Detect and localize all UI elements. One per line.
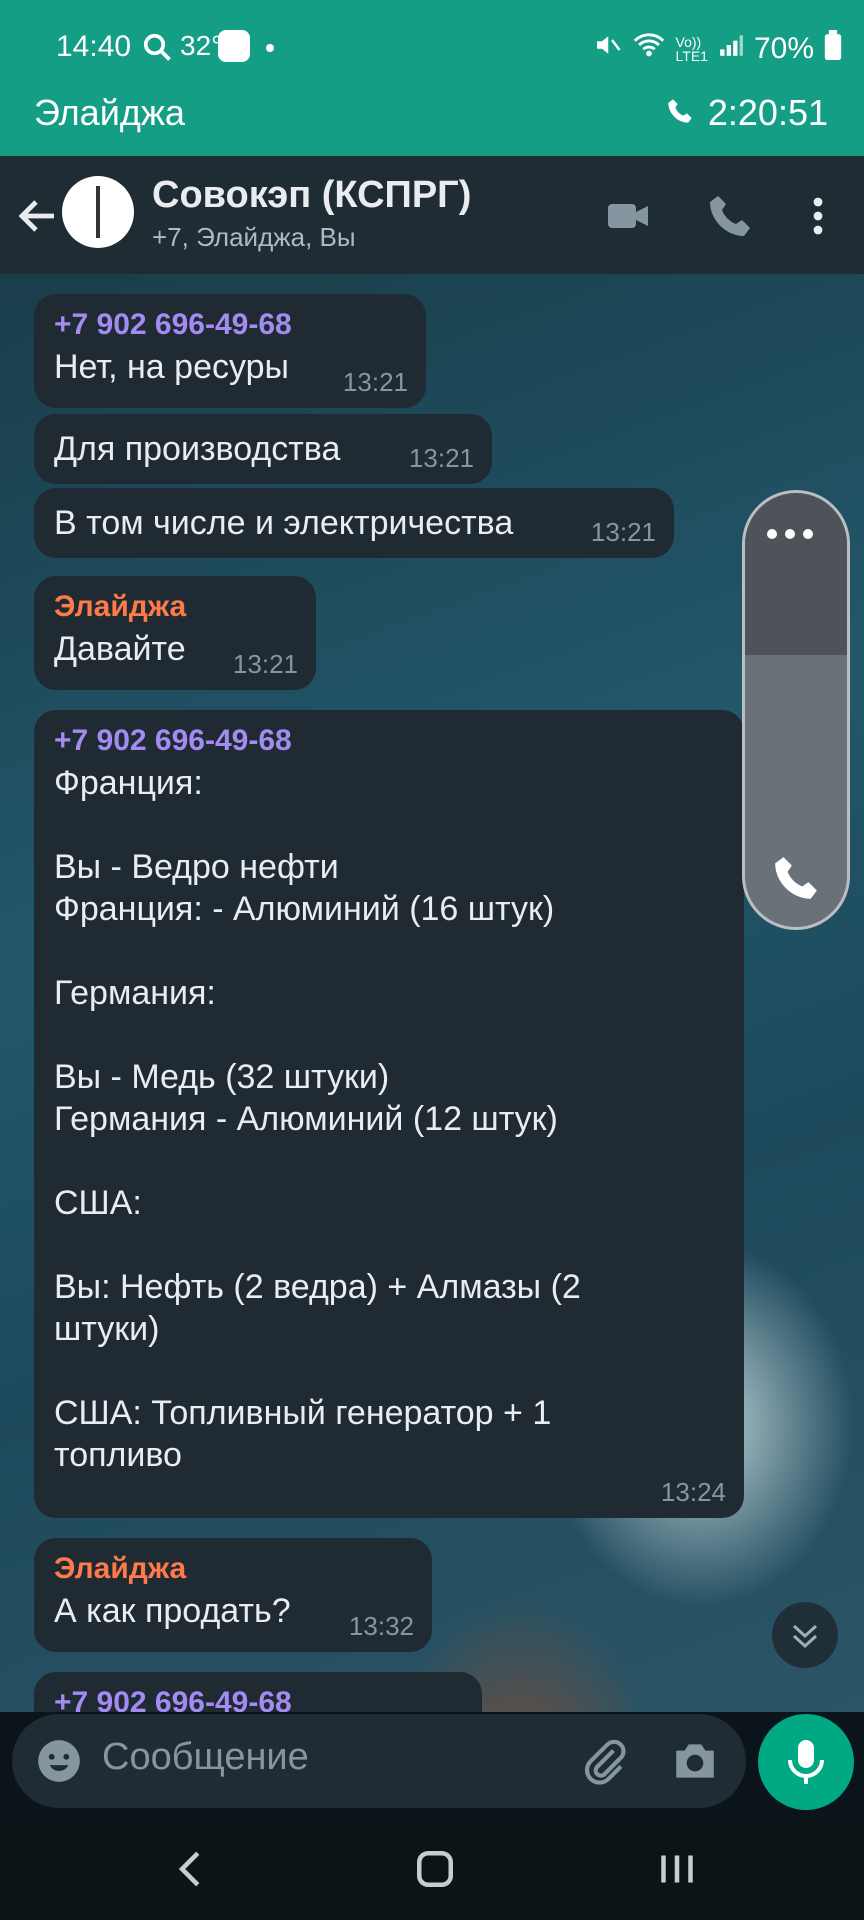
system-navigation-bar (0, 1818, 864, 1920)
message-bubble[interactable]: Элайджа А как продать? 13:32 (34, 1538, 432, 1652)
message-text: В том числе и электричества (54, 504, 514, 542)
notification-dot (266, 44, 274, 52)
message-sender: +7 902 696-49-68 (54, 1686, 292, 1712)
status-right-group: Vo)) LTE1 70% (592, 30, 842, 68)
double-chevron-down-icon (792, 1624, 818, 1649)
discord-icon (218, 30, 250, 62)
status-time: 14:40 (56, 30, 132, 63)
battery-icon (824, 30, 842, 68)
message-time: 13:21 (342, 367, 408, 397)
ongoing-call-name[interactable]: Элайджа (34, 92, 185, 134)
message-input-bar[interactable]: Сообщение (12, 1714, 746, 1808)
search-icon (142, 32, 172, 67)
chat-participants[interactable]: +7, Элайджа, Вы (152, 222, 356, 253)
microphone-icon (788, 1740, 824, 1784)
signal-icon (718, 32, 744, 66)
phone-icon (666, 92, 694, 134)
back-arrow-icon[interactable] (14, 192, 62, 240)
battery-percent: 70% (753, 32, 814, 65)
message-time: 13:24 (660, 1477, 726, 1507)
status-bar: 14:40 32° Vo)) LTE1 70% Элайджа 2:20:51 (0, 0, 864, 156)
phone-icon[interactable] (771, 853, 821, 903)
emoji-icon[interactable] (34, 1736, 84, 1786)
nav-recents-icon[interactable] (650, 1842, 704, 1896)
floating-call-panel[interactable] (742, 490, 850, 930)
mute-icon (592, 30, 622, 68)
chat-header: Совокэп (КСПРГ) +7, Элайджа, Вы (0, 156, 864, 274)
scroll-to-bottom-button[interactable] (772, 1602, 838, 1668)
message-sender: Элайджа (54, 1552, 187, 1585)
more-options-icon[interactable] (794, 192, 842, 240)
more-horizontal-icon[interactable] (767, 529, 813, 539)
message-bubble[interactable]: +7 902 696-49-68 (34, 1672, 482, 1712)
message-time: 13:21 (232, 649, 298, 679)
chat-title[interactable]: Совокэп (КСПРГ) (152, 174, 471, 217)
message-time: 13:32 (348, 1611, 414, 1641)
message-bubble[interactable]: В том числе и электричества 13:21 (34, 488, 674, 558)
volte-icon: Vo)) LTE1 (675, 34, 708, 64)
attach-icon[interactable] (578, 1736, 628, 1786)
ongoing-call-timer[interactable]: 2:20:51 (666, 92, 828, 134)
chat-wallpaper: +7 902 696-49-68 Нет, на ресуры 13:21 Дл… (0, 274, 864, 1712)
message-input[interactable]: Сообщение (102, 1736, 309, 1779)
message-time: 13:21 (408, 443, 474, 473)
message-bubble[interactable]: +7 902 696-49-68 Нет, на ресуры 13:21 (34, 294, 426, 408)
message-bubble[interactable]: Элайджа Давайте 13:21 (34, 576, 316, 690)
message-bubble[interactable]: Для производства 13:21 (34, 414, 492, 484)
message-sender: +7 902 696-49-68 (54, 308, 292, 341)
message-sender: +7 902 696-49-68 (54, 724, 292, 757)
wifi-icon (632, 30, 666, 68)
message-time: 13:21 (590, 517, 656, 547)
nav-back-icon[interactable] (164, 1842, 218, 1896)
message-text: Франция: Вы - Ведро нефти Франция: - Алю… (54, 764, 581, 1474)
status-temperature: 32° (180, 30, 223, 61)
group-avatar[interactable] (62, 176, 134, 248)
message-bubble[interactable]: +7 902 696-49-68 Франция: Вы - Ведро неф… (34, 710, 744, 1518)
nav-home-icon[interactable] (408, 1842, 462, 1896)
camera-icon[interactable] (670, 1736, 720, 1786)
message-sender: Элайджа (54, 590, 187, 623)
call-duration: 2:20:51 (707, 92, 828, 133)
voice-message-button[interactable] (758, 1714, 854, 1810)
floating-panel-menu-area[interactable] (745, 493, 847, 655)
voice-call-icon[interactable] (706, 192, 754, 240)
video-call-icon[interactable] (604, 192, 652, 240)
